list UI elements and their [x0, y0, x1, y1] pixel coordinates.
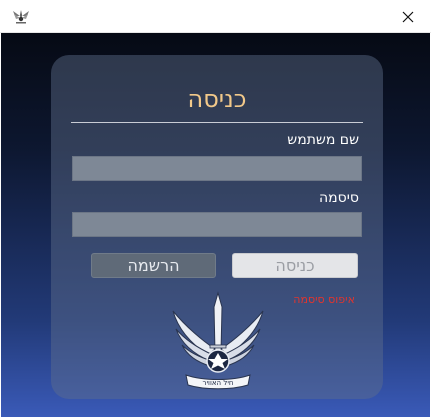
reset-password-link[interactable]: איפוס סיסמה — [293, 293, 355, 306]
emblem-text: חיל האוויר — [203, 379, 234, 387]
app-icon — [12, 7, 30, 25]
window-client-area: כניסה שם משתמש סיסמה הרשמה כניסה איפוס ס… — [1, 33, 430, 417]
login-panel: כניסה שם משתמש סיסמה הרשמה כניסה איפוס ס… — [51, 55, 383, 399]
login-button[interactable]: כניסה — [232, 253, 358, 278]
close-button[interactable] — [385, 0, 431, 33]
close-icon — [402, 11, 414, 22]
password-input[interactable] — [72, 212, 362, 237]
register-button[interactable]: הרשמה — [91, 253, 216, 278]
username-label: שם משתמש — [287, 132, 359, 148]
title-bar — [0, 0, 431, 33]
password-label: סיסמה — [319, 190, 359, 206]
air-force-emblem: חיל האוויר — [168, 291, 268, 391]
title-divider — [71, 122, 363, 123]
username-input[interactable] — [72, 156, 362, 181]
login-title: כניסה — [187, 85, 247, 113]
